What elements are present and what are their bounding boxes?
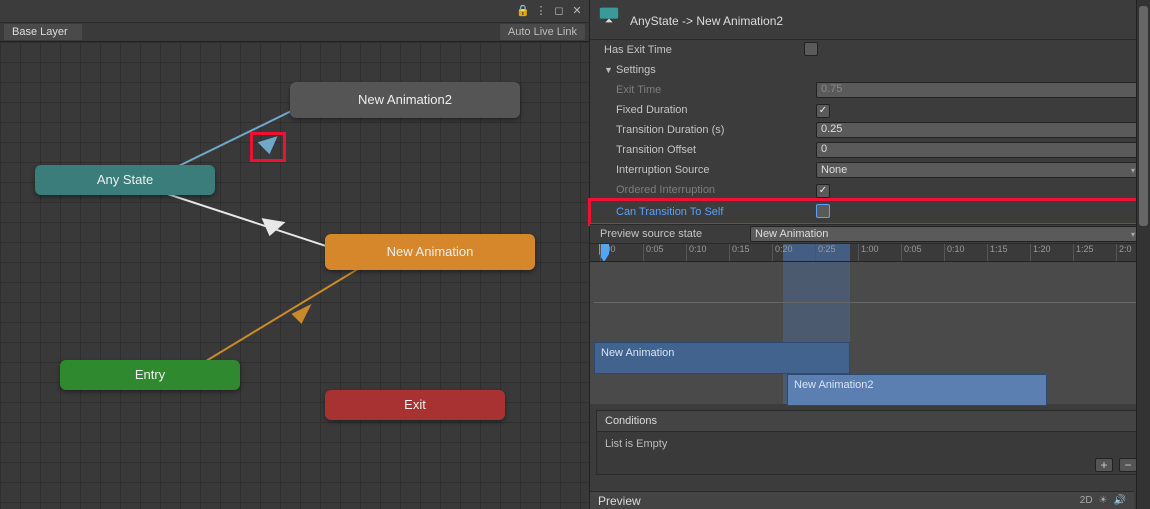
exit-time-field[interactable]: 0.75: [816, 82, 1140, 98]
conditions-block: Conditions List is Empty + −: [596, 410, 1144, 475]
timeline-body: New Animation New Animation2: [590, 262, 1150, 404]
preview-source-label: Preview source state: [600, 228, 750, 240]
transition-icon: [598, 4, 620, 26]
auto-live-link-button[interactable]: Auto Live Link: [500, 24, 585, 40]
animator-panel: 🔒 ⋮ ◻ ✕ Base Layer Auto Live Link: [0, 0, 590, 509]
lock-icon[interactable]: 🔒: [517, 4, 529, 16]
fixed-duration-label: Fixed Duration: [616, 104, 816, 116]
interruption-source-value: None: [821, 164, 847, 176]
animator-graph[interactable]: New Animation2 Any State New Animation E…: [0, 42, 589, 509]
preview-strip[interactable]: Preview 2D ☀ 🔊: [590, 491, 1134, 509]
timeline-tick: :00: [600, 244, 616, 261]
transition-duration-field[interactable]: 0.25: [816, 122, 1140, 138]
ordered-interruption-checkbox: ✓: [816, 184, 830, 198]
chevron-down-icon: ▾: [1131, 230, 1135, 239]
transition-duration-label: Transition Duration (s): [616, 124, 816, 136]
transition-title: AnyState -> New Animation2: [630, 14, 1140, 28]
timeline-tick: 0:05: [901, 244, 922, 261]
transition-offset-field[interactable]: 0: [816, 142, 1140, 158]
settings-label: Settings: [616, 64, 656, 76]
timeline-tick: 1:20: [1030, 244, 1051, 261]
timeline-tick: 1:15: [987, 244, 1008, 261]
menu-icon[interactable]: ⋮: [535, 4, 547, 16]
breadcrumb[interactable]: Base Layer: [4, 24, 82, 40]
timeline-tick: 0:10: [944, 244, 965, 261]
node-exit[interactable]: Exit: [325, 390, 505, 420]
interruption-source-label: Interruption Source: [616, 164, 816, 176]
inspector-panel: AnyState -> New Animation2 Has Exit Time…: [590, 0, 1150, 509]
preview-source-row: Preview source state New Animation ▾: [590, 224, 1150, 244]
transition-offset-label: Transition Offset: [616, 144, 816, 156]
close-icon[interactable]: ✕: [571, 4, 583, 16]
timeline-ruler[interactable]: :00 0:05 0:10 0:15 0:20 0:25 1:00 0:05 0:10 1:15 1…: [590, 244, 1150, 262]
properties-block: Has Exit Time ▼Settings Exit Time 0.75 F…: [590, 40, 1150, 224]
timeline-track-line: [594, 302, 1144, 303]
timeline-tick: 0:15: [729, 244, 750, 261]
preview-source-value: New Animation: [755, 228, 828, 240]
can-transition-to-self-checkbox[interactable]: [816, 204, 830, 218]
conditions-empty: List is Empty: [597, 432, 1143, 456]
remove-condition-button[interactable]: −: [1119, 458, 1137, 472]
timeline-tick: 0:05: [643, 244, 664, 261]
add-condition-button[interactable]: +: [1095, 458, 1113, 472]
preview-strip-label: Preview: [598, 494, 641, 508]
inspector-scrollbar[interactable]: [1136, 0, 1150, 509]
highlight-transition-arrow: [250, 132, 286, 162]
timeline-clip-dest[interactable]: New Animation2: [787, 374, 1047, 406]
preview-light-icon[interactable]: ☀: [1099, 495, 1108, 506]
conditions-header: Conditions: [597, 411, 1143, 432]
timeline-tick: 2:0: [1116, 244, 1132, 261]
preview-2d-toggle[interactable]: 2D: [1080, 495, 1093, 506]
can-transition-to-self-label: Can Transition To Self: [616, 206, 816, 218]
preview-source-dropdown[interactable]: New Animation ▾: [750, 226, 1140, 242]
inspector-header: AnyState -> New Animation2: [590, 0, 1150, 40]
timeline-tick: 1:25: [1073, 244, 1094, 261]
timeline-tick: 0:25: [815, 244, 836, 261]
timeline-tick: 1:00: [858, 244, 879, 261]
settings-foldout[interactable]: ▼Settings: [604, 64, 804, 76]
ordered-interruption-label: Ordered Interruption: [616, 184, 816, 196]
node-any-state[interactable]: Any State: [35, 165, 215, 195]
has-exit-time-label: Has Exit Time: [604, 44, 804, 56]
window-buttons: 🔒 ⋮ ◻ ✕: [517, 4, 583, 16]
timeline-tick: 0:10: [686, 244, 707, 261]
exit-time-label: Exit Time: [616, 84, 816, 96]
has-exit-time-checkbox[interactable]: [804, 42, 818, 56]
scrollbar-thumb[interactable]: [1139, 6, 1148, 226]
interruption-source-dropdown[interactable]: None ▾: [816, 162, 1140, 178]
fixed-duration-checkbox[interactable]: ✓: [816, 104, 830, 118]
preview-audio-icon[interactable]: 🔊: [1114, 495, 1126, 506]
timeline-tick: 0:20: [772, 244, 793, 261]
node-new-animation2[interactable]: New Animation2: [290, 82, 520, 118]
timeline-clip-source[interactable]: New Animation: [594, 342, 850, 374]
animator-toolbar: Base Layer Auto Live Link: [0, 22, 589, 42]
maximize-icon[interactable]: ◻: [553, 4, 565, 16]
chevron-down-icon: ▾: [1131, 166, 1135, 175]
node-entry[interactable]: Entry: [60, 360, 240, 390]
node-new-animation[interactable]: New Animation: [325, 234, 535, 270]
transition-timeline[interactable]: :00 0:05 0:10 0:15 0:20 0:25 1:00 0:05 0:10 1:15 1…: [590, 244, 1150, 404]
